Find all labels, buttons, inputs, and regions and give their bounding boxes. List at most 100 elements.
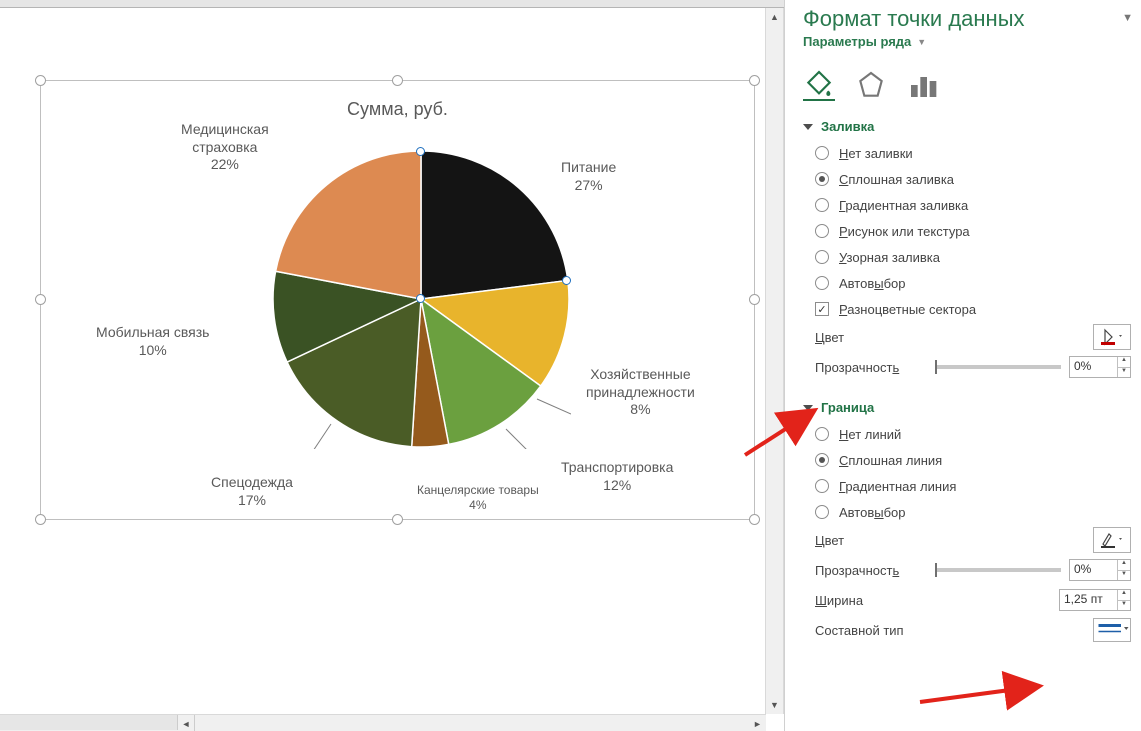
resize-handle-mr[interactable]: [749, 294, 760, 305]
spin-down[interactable]: ▼: [1118, 368, 1130, 378]
radio-fill-auto[interactable]: Автовыбор: [815, 270, 1131, 296]
border-transparency-slider[interactable]: [935, 568, 1061, 572]
radio-icon: [815, 250, 829, 264]
data-label-spec[interactable]: Спецодежда 17%: [211, 474, 293, 509]
tab-series-options[interactable]: [907, 69, 939, 101]
spinner-value: 0%: [1070, 357, 1117, 377]
radio-fill-none[interactable]: Нет заливки: [815, 140, 1131, 166]
radio-fill-gradient[interactable]: Градиентная заливка: [815, 192, 1131, 218]
fill-transparency-row: Прозрачность 0% ▲▼: [815, 352, 1131, 382]
radio-border-auto[interactable]: Автовыбор: [815, 499, 1131, 525]
data-label-text2: страховка: [181, 139, 269, 157]
radio-icon: [815, 224, 829, 238]
horizontal-scrollbar[interactable]: ◄ ►: [0, 714, 766, 731]
chevron-down-icon: ▼: [917, 37, 926, 47]
pane-options-icon[interactable]: ▼: [1122, 12, 1133, 24]
section-border-header[interactable]: Граница: [803, 400, 1131, 415]
data-label-med[interactable]: Медицинская страховка 22%: [181, 121, 269, 174]
pie-slice-pitanie[interactable]: [421, 151, 568, 299]
slice-handle-center[interactable]: [416, 294, 425, 303]
resize-handle-bl[interactable]: [35, 514, 46, 525]
fill-options: Нет заливки Сплошная заливка Градиентная…: [815, 140, 1131, 322]
slice-handle-end[interactable]: [562, 276, 571, 285]
sheet-tab-strip[interactable]: [0, 715, 178, 730]
data-label-text: Медицинская: [181, 121, 269, 139]
resize-handle-bm[interactable]: [392, 514, 403, 525]
radio-fill-pattern[interactable]: Узорная заливка: [815, 244, 1131, 270]
resize-handle-tm[interactable]: [392, 75, 403, 86]
data-label-pct: 8%: [586, 401, 695, 419]
radio-icon: [815, 198, 829, 212]
format-pane: ▼ Формат точки данных Параметры ряда ▼ З…: [784, 0, 1141, 731]
border-width-spinner[interactable]: 1,25 пт ▲▼: [1059, 589, 1131, 611]
scroll-down-arrow[interactable]: ▼: [766, 696, 783, 714]
section-fill-header[interactable]: Заливка: [803, 119, 1131, 134]
border-transparency-row: Прозрачность 0% ▲▼: [815, 555, 1131, 585]
pane-title: Формат точки данных: [803, 6, 1131, 32]
border-options: Нет линий Сплошная линия Градиентная лин…: [815, 421, 1131, 525]
data-label-pitanie[interactable]: Питание 27%: [561, 159, 616, 194]
spin-down[interactable]: ▼: [1118, 601, 1130, 611]
fill-transparency-slider[interactable]: [935, 365, 1061, 369]
chart-object[interactable]: Сумма, руб.: [40, 80, 755, 520]
spin-up[interactable]: ▲: [1118, 590, 1130, 601]
spinner-value: 0%: [1070, 560, 1117, 580]
tab-effects[interactable]: [855, 69, 887, 101]
resize-handle-ml[interactable]: [35, 294, 46, 305]
scroll-left-arrow[interactable]: ◄: [178, 715, 195, 731]
radio-border-gradient[interactable]: Градиентная линия: [815, 473, 1131, 499]
data-label-pct: 22%: [181, 156, 269, 174]
spin-down[interactable]: ▼: [1118, 571, 1130, 581]
hscroll-track[interactable]: [196, 715, 748, 730]
vertical-scrollbar[interactable]: ▲ ▼: [765, 8, 784, 714]
data-label-text: Питание: [561, 159, 616, 177]
data-label-pct: 4%: [417, 498, 539, 513]
border-color-row: Цвет: [815, 525, 1131, 555]
pie-plot-area[interactable]: [271, 149, 571, 449]
spin-up[interactable]: ▲: [1118, 560, 1130, 571]
data-label-text: Хозяйственные: [586, 366, 695, 384]
radio-icon: [815, 146, 829, 160]
series-options-dropdown[interactable]: Параметры ряда ▼: [803, 34, 926, 49]
data-label-kanc[interactable]: Канцелярские товары 4%: [417, 483, 539, 513]
data-label-mob[interactable]: Мобильная связь 10%: [96, 324, 209, 359]
resize-handle-tl[interactable]: [35, 75, 46, 86]
collapse-icon: [803, 124, 813, 130]
radio-fill-solid[interactable]: Сплошная заливка: [815, 166, 1131, 192]
resize-handle-tr[interactable]: [749, 75, 760, 86]
fill-color-row: Цвет: [815, 322, 1131, 352]
data-label-text: Канцелярские товары: [417, 483, 539, 498]
scroll-up-arrow[interactable]: ▲: [766, 8, 783, 26]
radio-icon: [815, 453, 829, 467]
data-label-text2: принадлежности: [586, 384, 695, 402]
checkbox-icon: ✓: [815, 302, 829, 316]
pane-tabs: [803, 69, 1131, 101]
radio-fill-picture[interactable]: Рисунок или текстура: [815, 218, 1131, 244]
fill-transparency-spinner[interactable]: 0% ▲▼: [1069, 356, 1131, 378]
data-label-text: Транспортировка: [561, 459, 673, 477]
radio-border-solid[interactable]: Сплошная линия: [815, 447, 1131, 473]
data-label-pct: 12%: [561, 477, 673, 495]
checkbox-vary-colors[interactable]: ✓ Разноцветные сектора: [815, 296, 1131, 322]
fill-color-picker[interactable]: [1093, 324, 1131, 350]
radio-icon: [815, 479, 829, 493]
data-label-hoz[interactable]: Хозяйственные принадлежности 8%: [586, 366, 695, 419]
scroll-right-arrow[interactable]: ►: [749, 715, 766, 731]
data-label-pct: 27%: [561, 177, 616, 195]
data-label-text: Мобильная связь: [96, 324, 209, 342]
radio-border-none[interactable]: Нет линий: [815, 421, 1131, 447]
chart-title[interactable]: Сумма, руб.: [347, 99, 448, 120]
slice-handle-top[interactable]: [416, 147, 425, 156]
data-label-trans[interactable]: Транспортировка 12%: [561, 459, 673, 494]
spin-up[interactable]: ▲: [1118, 357, 1130, 368]
border-compound-row: Составной тип: [815, 615, 1131, 645]
compound-type-picker[interactable]: [1093, 618, 1131, 642]
worksheet-area: Сумма, руб.: [0, 0, 784, 731]
radio-icon: [815, 172, 829, 186]
border-transparency-spinner[interactable]: 0% ▲▼: [1069, 559, 1131, 581]
border-color-picker[interactable]: [1093, 527, 1131, 553]
data-label-text: Спецодежда: [211, 474, 293, 492]
radio-icon: [815, 427, 829, 441]
resize-handle-br[interactable]: [749, 514, 760, 525]
tab-fill-line[interactable]: [803, 69, 835, 101]
